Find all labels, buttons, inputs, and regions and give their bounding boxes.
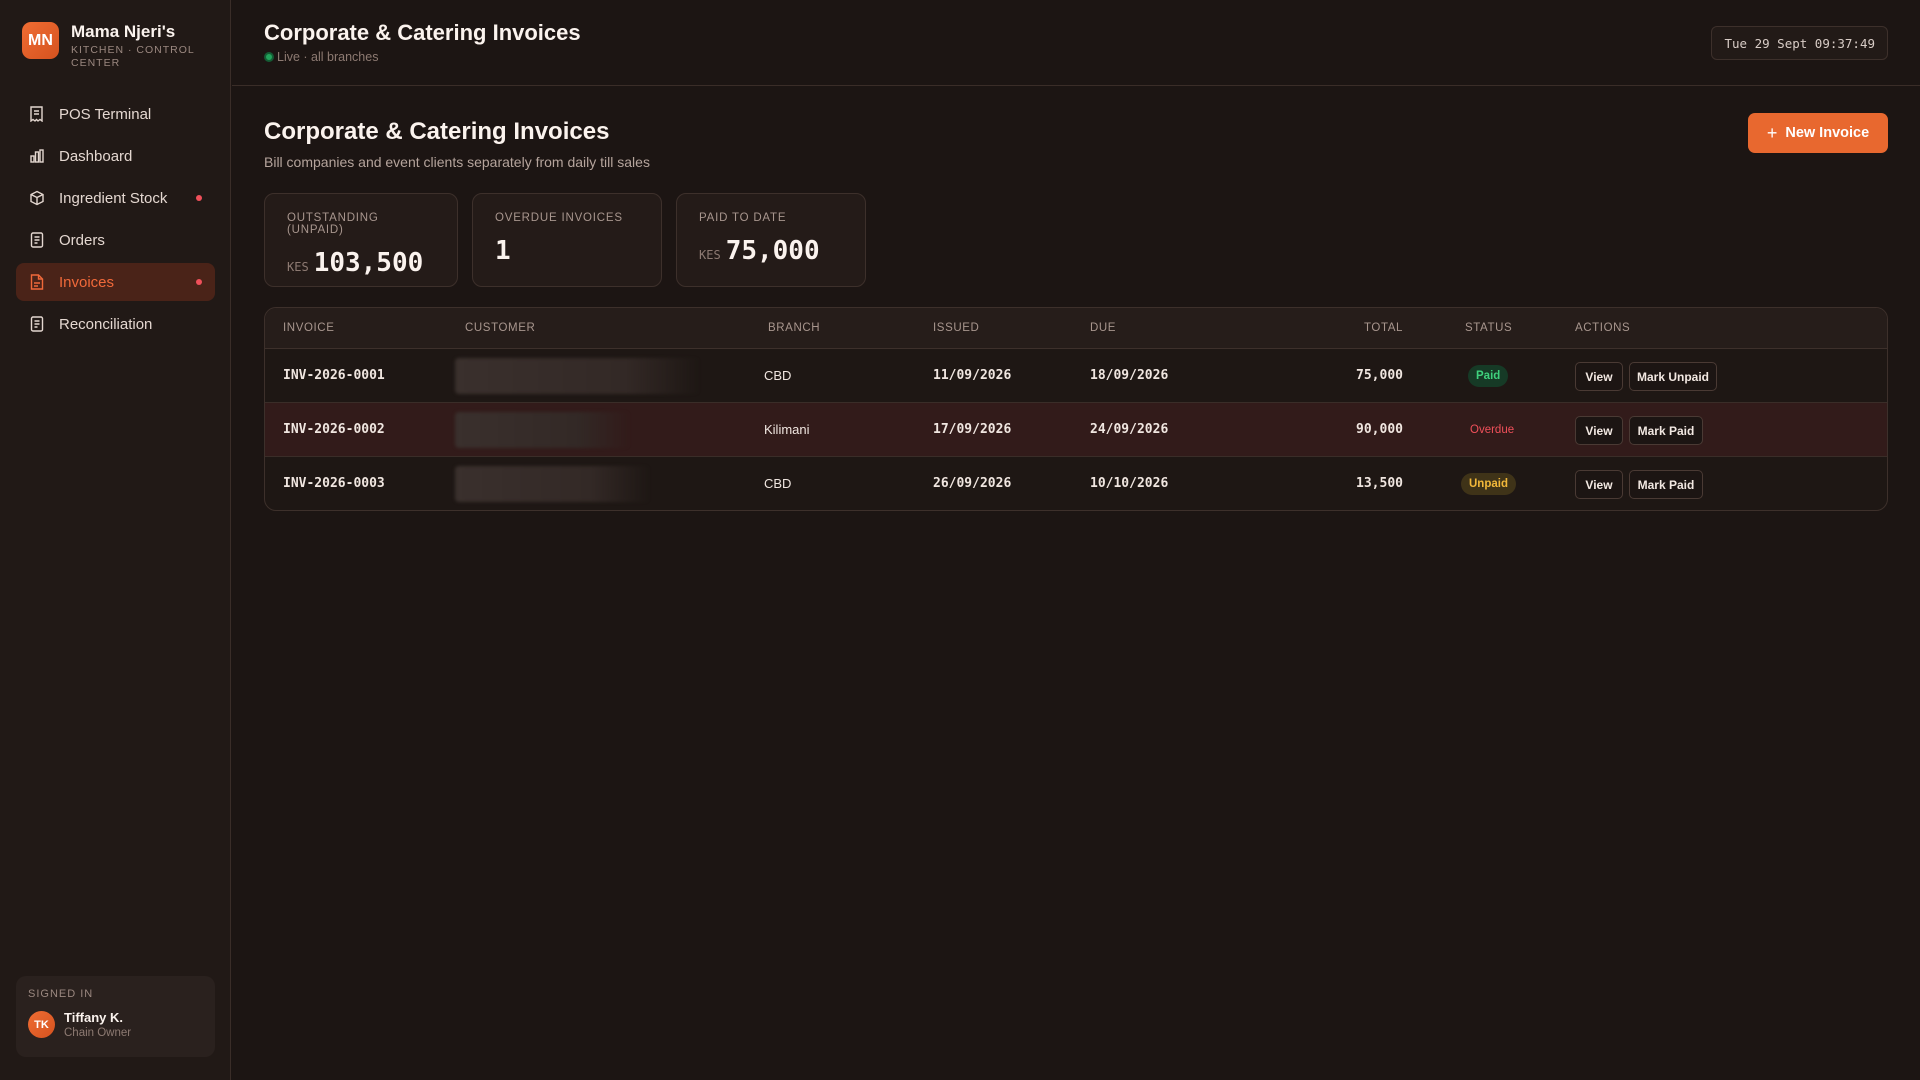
invoices-table: INVOICE CUSTOMER BRANCH ISSUED DUE TOTAL… <box>264 307 1888 511</box>
document-icon <box>28 232 45 249</box>
due-date: 24/09/2026 <box>1090 422 1169 437</box>
column-header: ISSUED <box>933 322 980 334</box>
sidebar-item-invoices[interactable]: Invoices <box>16 263 215 301</box>
stat-card-overdue: OVERDUE INVOICES 1 <box>472 193 662 287</box>
column-header: TOTAL <box>1364 322 1403 334</box>
view-button[interactable]: View <box>1575 362 1623 391</box>
due-date: 18/09/2026 <box>1090 368 1169 383</box>
stat-card-outstanding: OUTSTANDING (UNPAID) KES 103,500 <box>264 193 458 287</box>
brand-logo: MN <box>22 22 59 59</box>
bar-chart-icon <box>28 148 45 165</box>
invoice-number: INV-2026-0001 <box>283 368 385 383</box>
branch: CBD <box>764 368 792 383</box>
sidebar-item-reconciliation[interactable]: Reconciliation <box>16 305 215 343</box>
stat-value: 75,000 <box>725 236 820 266</box>
issued-date: 11/09/2026 <box>933 368 1012 383</box>
view-button[interactable]: View <box>1575 470 1623 499</box>
due-date: 10/10/2026 <box>1090 476 1169 491</box>
new-invoice-button[interactable]: + New Invoice <box>1748 113 1888 153</box>
column-header: CUSTOMER <box>465 322 536 334</box>
table-header: INVOICE CUSTOMER BRANCH ISSUED DUE TOTAL… <box>265 308 1887 349</box>
page-subtitle: Bill companies and event clients separat… <box>264 154 650 170</box>
stat-card-paid: PAID TO DATE KES 75,000 <box>676 193 866 287</box>
status-badge: Paid <box>1468 365 1509 387</box>
sidebar-nav: POS Terminal Dashboard Ingredient Stock … <box>16 95 215 347</box>
invoice-number: INV-2026-0002 <box>283 422 385 437</box>
stat-label: OUTSTANDING (UNPAID) <box>287 212 379 236</box>
brand-name: Mama Njeri's <box>71 22 176 41</box>
invoice-number: INV-2026-0003 <box>283 476 385 491</box>
alert-dot <box>196 279 202 285</box>
live-status-text: Live · all branches <box>277 50 379 64</box>
branch: Kilimani <box>764 422 810 437</box>
column-header: DUE <box>1090 322 1117 334</box>
plus-icon: + <box>1766 122 1778 143</box>
receipt-icon <box>28 106 45 123</box>
sidebar-item-ingredient-stock[interactable]: Ingredient Stock <box>16 179 215 217</box>
signed-in-label: SIGNED IN <box>28 988 94 1000</box>
sidebar-item-dashboard[interactable]: Dashboard <box>16 137 215 175</box>
sidebar-item-pos-terminal[interactable]: POS Terminal <box>16 95 215 133</box>
clock: Tue 29 Sept 09:37:49 <box>1711 26 1888 60</box>
status-badge: Overdue <box>1470 424 1515 436</box>
document-icon <box>28 316 45 333</box>
user-role: Chain Owner <box>64 1027 132 1039</box>
stat-currency: KES <box>287 260 309 274</box>
page-title: Corporate & Catering Invoices <box>264 118 610 145</box>
total: 75,000 <box>1356 368 1403 383</box>
customer-redacted <box>455 358 700 394</box>
mark-paid-button[interactable]: Mark Paid <box>1629 470 1703 499</box>
table-row[interactable]: INV-2026-0002 Kilimani 17/09/2026 24/09/… <box>265 403 1887 457</box>
issued-date: 17/09/2026 <box>933 422 1012 437</box>
stat-value: 103,500 <box>313 248 424 278</box>
box-icon <box>28 190 45 207</box>
total: 90,000 <box>1356 422 1403 437</box>
live-dot-icon <box>264 52 274 62</box>
brand: MN Mama Njeri's KITCHEN · CONTROL CENTER <box>22 22 222 70</box>
stat-label: PAID TO DATE <box>699 212 787 224</box>
sidebar-item-label: Reconciliation <box>59 315 153 333</box>
mark-paid-button[interactable]: Mark Paid <box>1629 416 1703 445</box>
column-header: STATUS <box>1465 322 1513 334</box>
sidebar-item-orders[interactable]: Orders <box>16 221 215 259</box>
brand-subtitle: KITCHEN · CONTROL CENTER <box>71 44 195 69</box>
signed-in-card: SIGNED IN TK Tiffany K. Chain Owner <box>16 976 215 1057</box>
stat-currency: KES <box>699 248 721 262</box>
column-header: BRANCH <box>768 322 821 334</box>
status-badge: Unpaid <box>1461 473 1516 495</box>
sidebar-item-label: Orders <box>59 231 105 249</box>
column-header: ACTIONS <box>1575 322 1631 334</box>
sidebar-item-label: Ingredient Stock <box>59 189 168 207</box>
branch: CBD <box>764 476 792 491</box>
table-row[interactable]: INV-2026-0003 CBD 26/09/2026 10/10/2026 … <box>265 457 1887 510</box>
new-invoice-label: New Invoice <box>1785 125 1870 141</box>
avatar[interactable]: TK <box>28 1011 55 1038</box>
sidebar-item-label: Invoices <box>59 273 115 291</box>
mark-unpaid-button[interactable]: Mark Unpaid <box>1629 362 1717 391</box>
view-button[interactable]: View <box>1575 416 1623 445</box>
invoice-icon <box>28 274 45 291</box>
live-status: Live · all branches <box>264 50 378 64</box>
sidebar: MN Mama Njeri's KITCHEN · CONTROL CENTER… <box>0 0 231 1080</box>
header-title: Corporate & Catering Invoices <box>264 20 581 45</box>
alert-dot <box>196 195 202 201</box>
table-row[interactable]: INV-2026-0001 CBD 11/09/2026 18/09/2026 … <box>265 349 1887 403</box>
stat-value: 1 <box>495 236 511 266</box>
customer-redacted <box>455 466 650 502</box>
customer-redacted <box>455 412 630 448</box>
issued-date: 26/09/2026 <box>933 476 1012 491</box>
stat-label: OVERDUE INVOICES <box>495 212 623 224</box>
sidebar-item-label: POS Terminal <box>59 105 152 123</box>
top-bar: Corporate & Catering Invoices Live · all… <box>232 0 1920 86</box>
user-name: Tiffany K. <box>64 1010 123 1025</box>
total: 13,500 <box>1356 476 1403 491</box>
sidebar-item-label: Dashboard <box>59 147 133 165</box>
column-header: INVOICE <box>283 322 335 334</box>
